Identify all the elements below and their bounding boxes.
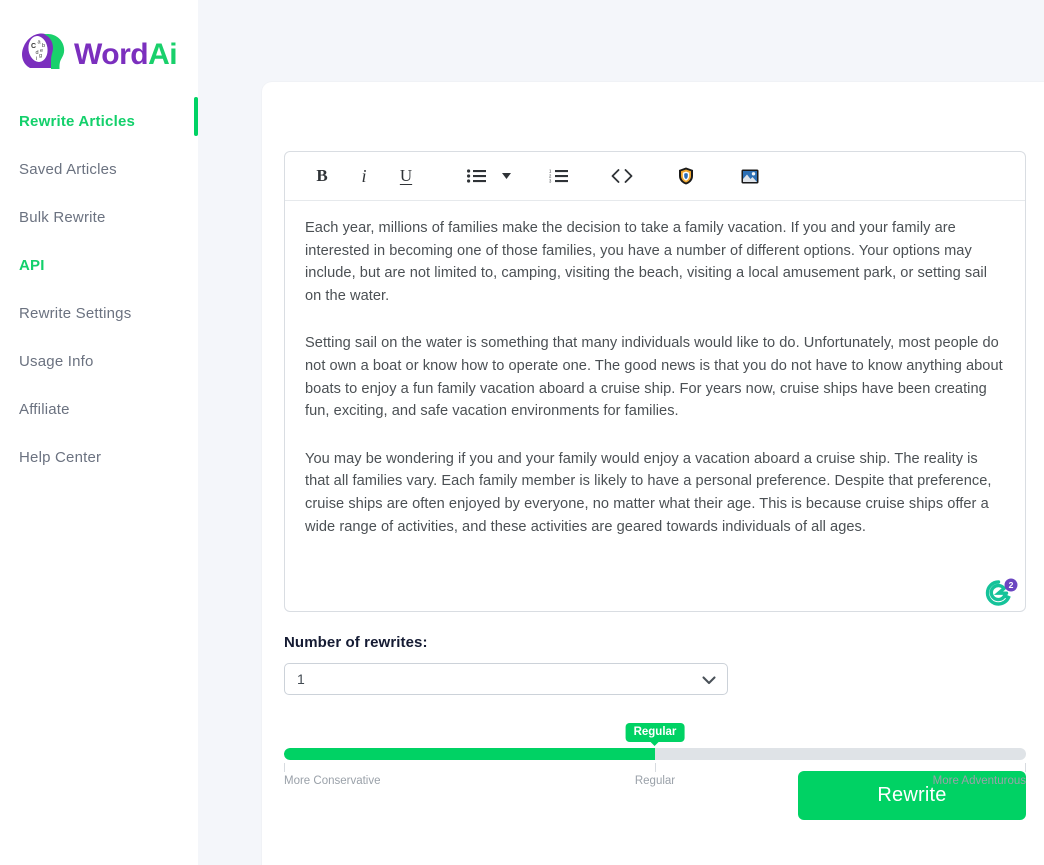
slider-labels: More Conservative Regular More Adventuro… — [284, 775, 1026, 791]
article-editor: B i U 1 2 3 Each year, millions of famil… — [284, 151, 1026, 612]
logo-wordmark: WordAi — [74, 37, 178, 71]
slider-tick-left — [284, 763, 285, 772]
slider-label-conservative: More Conservative — [284, 775, 381, 787]
bold-button[interactable]: B — [301, 159, 343, 193]
number-of-rewrites-label: Number of rewrites: — [284, 634, 428, 651]
active-item-indicator — [194, 97, 198, 136]
sidebar-item-rewrite-settings[interactable]: Rewrite Settings — [0, 290, 198, 338]
bulleted-list-icon[interactable] — [455, 159, 497, 193]
sidebar-item-affiliate[interactable]: Affiliate — [0, 386, 198, 434]
sidebar-nav: Rewrite Articles Saved Articles Bulk Rew… — [0, 98, 198, 482]
logo-word-part: Word — [74, 37, 149, 71]
grammarly-icon[interactable]: 2 — [985, 577, 1018, 607]
sidebar: C a b e d g i WordAi Rewrite Articles Sa… — [0, 0, 198, 865]
number-of-rewrites-select-wrap: 1 — [284, 663, 728, 695]
italic-button[interactable]: i — [343, 159, 385, 193]
rewrite-panel: Import from articleforge — [262, 82, 1044, 865]
editor-toolbar: B i U 1 2 3 — [285, 152, 1025, 201]
svg-text:g: g — [39, 53, 42, 59]
slider-value-badge: Regular — [625, 723, 685, 742]
wordai-logo[interactable]: C a b e d g i WordAi — [18, 26, 178, 83]
app-root: C a b e d g i WordAi Rewrite Articles Sa… — [0, 0, 1044, 865]
sidebar-item-rewrite-articles[interactable]: Rewrite Articles — [0, 98, 198, 146]
slider-tick-right — [1025, 763, 1026, 772]
slider-fill — [284, 748, 655, 760]
article-paragraph-3: You may be wondering if you and your fam… — [305, 450, 992, 535]
slider-label-adventurous: More Adventurous — [932, 775, 1026, 787]
main-content: Import from articleforge — [198, 0, 1044, 865]
sidebar-item-usage-info[interactable]: Usage Info — [0, 338, 198, 386]
shield-icon[interactable] — [665, 159, 707, 193]
number-of-rewrites-select[interactable]: 1 — [284, 663, 728, 695]
image-icon[interactable] — [729, 159, 771, 193]
logo-ai-part: Ai — [148, 37, 178, 71]
brain-head-icon: C a b e d g i — [18, 26, 70, 83]
logo-container[interactable]: C a b e d g i WordAi — [0, 0, 198, 95]
sidebar-item-api[interactable]: API — [0, 242, 198, 290]
bullet-list-chevron-down-icon[interactable] — [497, 159, 515, 193]
svg-text:i: i — [36, 56, 37, 62]
sidebar-item-saved-articles[interactable]: Saved Articles — [0, 146, 198, 194]
code-brackets-icon[interactable] — [601, 159, 643, 193]
import-row: Import from articleforge — [284, 102, 1044, 138]
svg-text:C: C — [31, 43, 36, 50]
editor-text-area[interactable]: Each year, millions of families make the… — [285, 201, 1025, 611]
article-paragraph-1: Each year, millions of families make the… — [305, 220, 988, 304]
slider-label-regular: Regular — [634, 775, 676, 787]
sidebar-item-bulk-rewrite[interactable]: Bulk Rewrite — [0, 194, 198, 242]
numbered-list-icon[interactable]: 1 2 3 — [537, 159, 579, 193]
slider-track[interactable] — [284, 748, 1026, 760]
svg-text:3: 3 — [549, 179, 552, 183]
sidebar-item-help-center[interactable]: Help Center — [0, 434, 198, 482]
article-paragraph-2: Setting sail on the water is something t… — [305, 335, 1003, 420]
underline-button[interactable]: U — [385, 159, 427, 193]
slider-tick-mid — [655, 763, 656, 772]
grammarly-badge-count: 2 — [1009, 580, 1014, 590]
